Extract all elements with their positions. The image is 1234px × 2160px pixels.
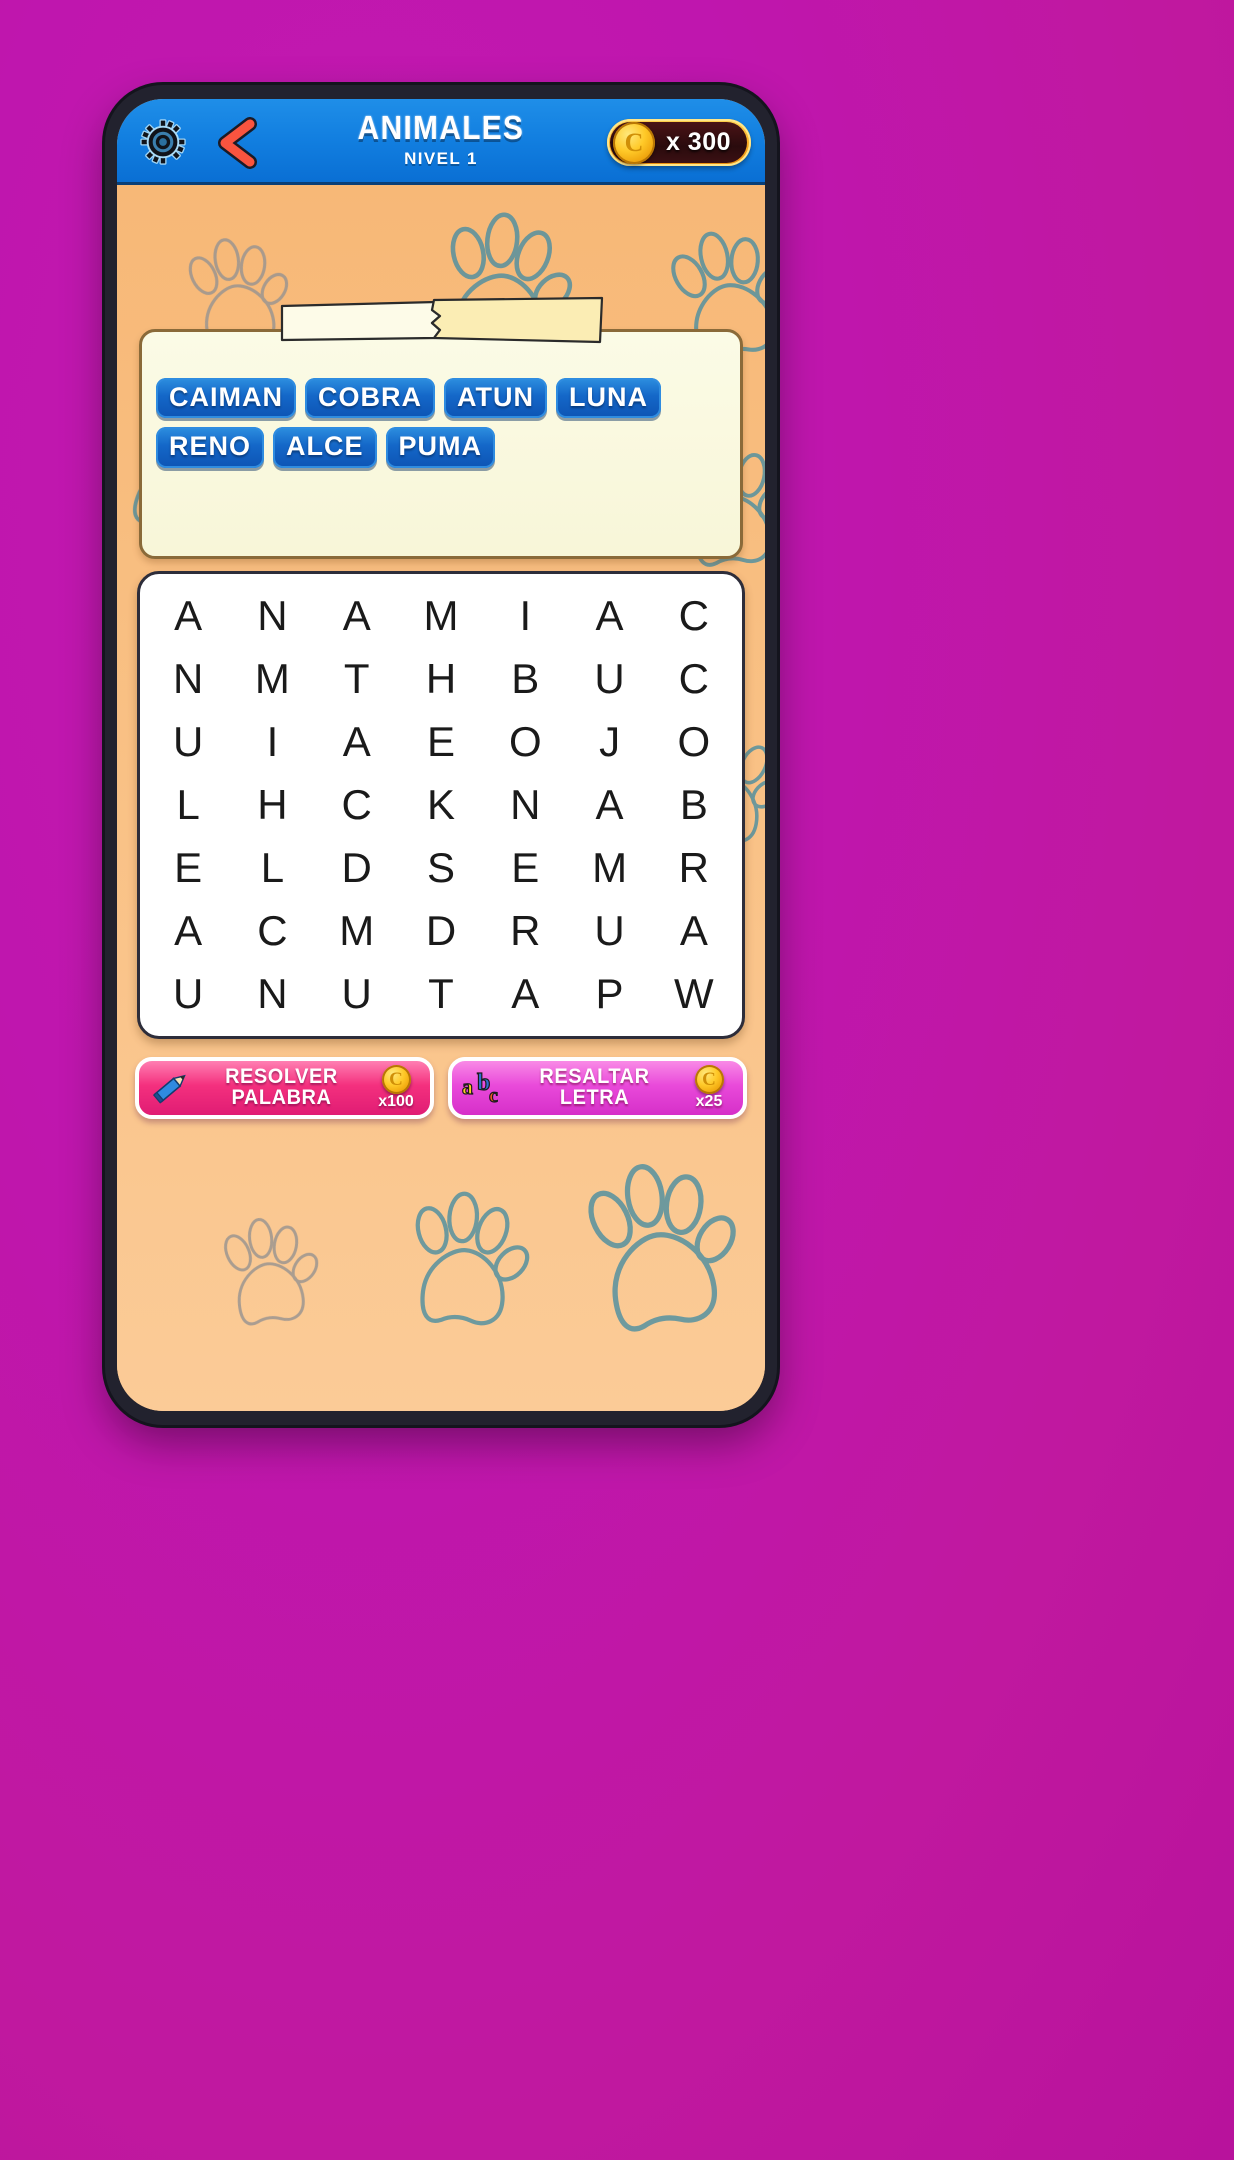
grid-cell[interactable]: E — [146, 837, 230, 900]
grid-cell[interactable]: A — [483, 963, 567, 1026]
solve-word-button[interactable]: RESOLVER PALABRA C x100 — [135, 1057, 434, 1119]
settings-button[interactable] — [137, 116, 189, 168]
grid-cell[interactable]: N — [146, 647, 230, 710]
action-bar: RESOLVER PALABRA C x100 a b c RESALTAR L… — [135, 1057, 747, 1119]
grid-cell[interactable]: K — [399, 773, 483, 836]
word-chip[interactable]: ALCE — [273, 427, 377, 468]
word-chip[interactable]: LUNA — [555, 378, 661, 419]
word-list-panel: CAIMAN COBRA ATUN LUNA RENO ALCE PUMA — [139, 296, 743, 559]
grid-cell[interactable]: M — [567, 837, 651, 900]
grid-cell[interactable]: I — [230, 710, 314, 773]
grid-cell[interactable]: U — [146, 710, 230, 773]
grid-cell[interactable]: M — [399, 584, 483, 647]
grid-cell[interactable]: U — [315, 963, 399, 1026]
coin-icon: C — [613, 121, 655, 164]
word-chip[interactable]: COBRA — [305, 378, 435, 419]
coin-counter[interactable]: C x 300 — [607, 119, 751, 166]
word-chip[interactable]: RENO — [156, 427, 265, 468]
grid-cell[interactable]: E — [483, 837, 567, 900]
grid-cell[interactable]: R — [652, 837, 736, 900]
svg-text:a: a — [462, 1074, 473, 1099]
word-chip[interactable]: PUMA — [385, 427, 496, 468]
highlight-letter-line2: LETRA — [559, 1086, 630, 1109]
abc-icon: a b c — [460, 1067, 506, 1109]
grid-cell[interactable]: A — [146, 900, 230, 963]
back-arrow-icon — [218, 117, 257, 169]
grid-cell[interactable]: U — [567, 647, 651, 710]
solve-word-line1: RESOLVER — [225, 1065, 338, 1089]
highlight-letter-cost: C x25 — [683, 1065, 735, 1111]
solve-word-label: RESOLVER PALABRA — [197, 1067, 365, 1108]
grid-cell[interactable]: C — [652, 584, 736, 647]
grid-cell[interactable]: T — [399, 963, 483, 1026]
grid-cell[interactable]: B — [483, 647, 567, 710]
grid-cell[interactable]: I — [483, 584, 567, 647]
grid-cell[interactable]: P — [567, 963, 651, 1026]
grid-cell[interactable]: N — [483, 773, 567, 836]
highlight-letter-button[interactable]: a b c RESALTAR LETRA C x25 — [448, 1057, 747, 1119]
grid-cell[interactable]: N — [230, 963, 314, 1026]
grid-cell[interactable]: U — [146, 963, 230, 1026]
play-area: CAIMAN COBRA ATUN LUNA RENO ALCE PUMA ANAMIACN… — [117, 185, 765, 1411]
solve-word-cost-amount: x100 — [378, 1093, 414, 1110]
grid-cell[interactable]: A — [146, 584, 230, 647]
letter-grid-panel: ANAMIACNMTHBUCUIAEOJOLHCKNABELDSEMRACMDR… — [137, 571, 745, 1039]
grid-cell[interactable]: A — [567, 584, 651, 647]
grid-cell[interactable]: L — [230, 837, 314, 900]
grid-cell[interactable]: S — [399, 837, 483, 900]
phone-frame: ANIMALES NIVEL 1 C x 300 CAIMAN COBRA AT… — [105, 85, 777, 1425]
grid-cell[interactable]: A — [315, 584, 399, 647]
grid-cell[interactable]: H — [230, 773, 314, 836]
gear-icon — [140, 119, 186, 165]
coin-amount: x 300 — [665, 128, 731, 156]
grid-cell[interactable]: C — [315, 773, 399, 836]
grid-cell[interactable]: H — [399, 647, 483, 710]
grid-cell[interactable]: D — [315, 837, 399, 900]
grid-cell[interactable]: R — [483, 900, 567, 963]
word-chip[interactable]: ATUN — [444, 378, 547, 419]
grid-cell[interactable]: J — [567, 710, 651, 773]
coin-icon: C — [381, 1065, 411, 1094]
grid-cell[interactable]: L — [146, 773, 230, 836]
grid-cell[interactable]: T — [315, 647, 399, 710]
grid-cell[interactable]: A — [567, 773, 651, 836]
back-button[interactable] — [209, 115, 265, 171]
svg-text:c: c — [489, 1085, 498, 1107]
letter-grid[interactable]: ANAMIACNMTHBUCUIAEOJOLHCKNABELDSEMRACMDR… — [146, 584, 736, 1026]
word-chip[interactable]: CAIMAN — [156, 378, 296, 419]
grid-cell[interactable]: O — [483, 710, 567, 773]
grid-cell[interactable]: C — [652, 647, 736, 710]
grid-cell[interactable]: M — [315, 900, 399, 963]
highlight-letter-line1: RESALTAR — [539, 1065, 650, 1089]
highlight-letter-cost-amount: x25 — [695, 1093, 723, 1110]
grid-cell[interactable]: D — [399, 900, 483, 963]
grid-cell[interactable]: A — [315, 710, 399, 773]
pencil-icon — [147, 1067, 193, 1109]
solve-word-line2: PALABRA — [231, 1086, 332, 1109]
grid-cell[interactable]: U — [567, 900, 651, 963]
coin-icon: C — [694, 1065, 724, 1094]
grid-cell[interactable]: A — [652, 900, 736, 963]
grid-cell[interactable]: W — [652, 963, 736, 1026]
highlight-letter-label: RESALTAR LETRA — [510, 1067, 678, 1108]
app-header: ANIMALES NIVEL 1 C x 300 — [117, 99, 765, 185]
grid-cell[interactable]: O — [652, 710, 736, 773]
torn-paper-banner — [280, 296, 604, 344]
grid-cell[interactable]: C — [230, 900, 314, 963]
grid-cell[interactable]: M — [230, 647, 314, 710]
grid-cell[interactable]: E — [399, 710, 483, 773]
grid-cell[interactable]: B — [652, 773, 736, 836]
phone-screen: ANIMALES NIVEL 1 C x 300 CAIMAN COBRA AT… — [117, 99, 765, 1411]
word-chip-list: CAIMAN COBRA ATUN LUNA RENO ALCE PUMA — [156, 378, 726, 468]
grid-cell[interactable]: N — [230, 584, 314, 647]
solve-word-cost: C x100 — [370, 1065, 422, 1111]
